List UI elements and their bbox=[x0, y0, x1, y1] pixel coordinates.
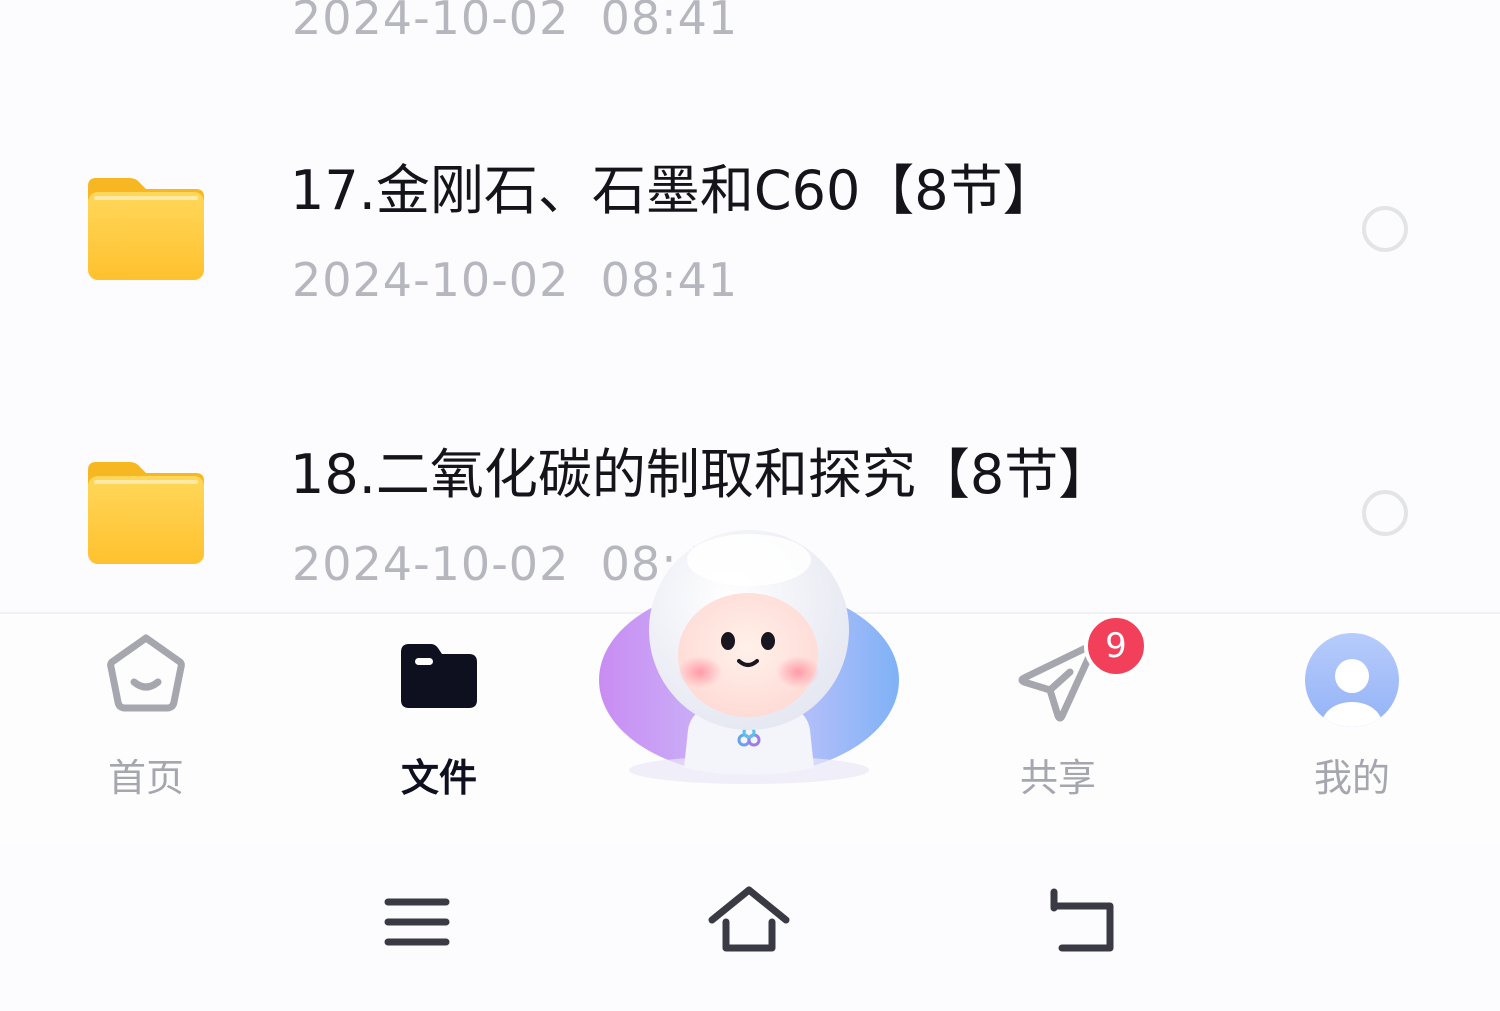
tab-home-label: 首页 bbox=[107, 756, 184, 800]
tab-home[interactable]: 首页 bbox=[46, 614, 246, 824]
tab-files[interactable]: 文件 bbox=[339, 614, 539, 824]
home-icon[interactable] bbox=[704, 882, 794, 962]
mascot-assistant-icon[interactable] bbox=[596, 520, 902, 810]
system-nav-bar bbox=[0, 844, 1500, 1011]
share-badge: 9 bbox=[1084, 614, 1148, 678]
file-name: 18.二氧化碳的制取和探究【8节】 bbox=[290, 443, 1113, 506]
file-date-partial: 2024-10-02 08:41 bbox=[292, 0, 739, 45]
folder-icon bbox=[88, 462, 204, 564]
file-name: 17.金刚石、石墨和C60【8节】 bbox=[290, 159, 1057, 222]
select-radio[interactable] bbox=[1362, 206, 1408, 252]
back-icon[interactable] bbox=[1040, 882, 1130, 962]
menu-icon[interactable] bbox=[372, 882, 462, 962]
home-face-icon bbox=[107, 634, 185, 712]
list-item[interactable]: 17.金刚石、石墨和C60【8节】 2024-10-02 08:41 bbox=[0, 88, 1500, 372]
folder-tab-icon bbox=[401, 644, 477, 708]
folder-icon bbox=[88, 178, 204, 280]
tab-share[interactable]: 9 共享 bbox=[958, 614, 1158, 824]
tab-mine[interactable]: 我的 bbox=[1252, 614, 1452, 824]
avatar-icon bbox=[1305, 633, 1399, 727]
tab-mine-label: 我的 bbox=[1313, 756, 1390, 800]
tab-files-label: 文件 bbox=[400, 756, 477, 800]
select-radio[interactable] bbox=[1362, 490, 1408, 536]
screen: 2024-10-02 08:41 17.金刚石、石墨和C60【8节】 2024-… bbox=[0, 0, 1500, 1011]
tab-share-label: 共享 bbox=[1019, 756, 1096, 800]
file-date: 2024-10-02 08:41 bbox=[292, 253, 739, 307]
